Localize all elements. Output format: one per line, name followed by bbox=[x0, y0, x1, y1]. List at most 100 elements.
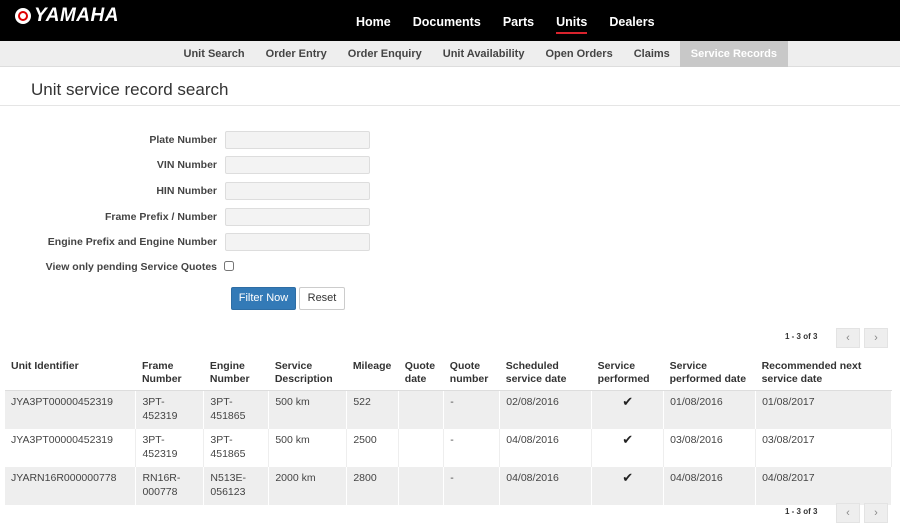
engine-prefix-row: Engine Prefix and Engine Number bbox=[0, 233, 380, 253]
cell-unit-identifier: JYARN16R000000778 bbox=[5, 467, 137, 505]
cell-quote-date bbox=[398, 467, 445, 505]
col-service-performed-date[interactable]: Service performed date bbox=[663, 355, 756, 391]
service-records-table: Unit Identifier Frame Number Engine Numb… bbox=[5, 355, 892, 505]
nav-parts[interactable]: Parts bbox=[492, 0, 545, 41]
pending-quotes-label: View only pending Service Quotes bbox=[45, 261, 217, 273]
yamaha-logo[interactable]: YAMAHA bbox=[15, 5, 119, 27]
filter-now-button[interactable]: Filter Now bbox=[231, 287, 296, 310]
subnav-unit-availability[interactable]: Unit Availability bbox=[432, 41, 535, 67]
pagination-summary: 1 - 3 of 3 bbox=[785, 507, 818, 516]
cell-service-description: 500 km bbox=[268, 390, 348, 429]
pagination-summary: 1 - 3 of 3 bbox=[785, 332, 818, 341]
sub-nav: Unit Search Order Entry Order Enquiry Un… bbox=[0, 41, 900, 67]
engine-prefix-input[interactable] bbox=[225, 233, 370, 251]
col-frame-number[interactable]: Frame Number bbox=[135, 355, 204, 391]
reset-button[interactable]: Reset bbox=[299, 287, 345, 310]
cell-frame-number: RN16R-000778 bbox=[135, 467, 205, 505]
col-quote-date[interactable]: Quote date bbox=[398, 355, 444, 391]
col-engine-number[interactable]: Engine Number bbox=[203, 355, 269, 391]
subnav-claims[interactable]: Claims bbox=[623, 41, 680, 67]
cell-service-performed: ✔ bbox=[591, 390, 665, 429]
cell-unit-identifier: JYA3PT00000452319 bbox=[5, 390, 137, 429]
table-row[interactable]: JYA3PT00000452319 3PT-452319 3PT-451865 … bbox=[5, 429, 892, 467]
cell-quote-date bbox=[398, 429, 445, 467]
nav-dealers[interactable]: Dealers bbox=[598, 0, 665, 41]
cell-service-performed: ✔ bbox=[591, 429, 665, 467]
chevron-left-icon[interactable]: ‹ bbox=[836, 328, 860, 348]
chevron-right-icon[interactable]: › bbox=[864, 503, 888, 523]
col-unit-identifier[interactable]: Unit Identifier bbox=[5, 355, 136, 391]
tuning-fork-logo-icon bbox=[15, 8, 31, 24]
nav-units[interactable]: Units bbox=[545, 0, 598, 41]
col-recommended-next-service-date[interactable]: Recommended next service date bbox=[755, 355, 892, 391]
cell-service-performed-date: 03/08/2016 bbox=[663, 429, 757, 467]
subnav-open-orders[interactable]: Open Orders bbox=[535, 41, 623, 67]
cell-mileage: 2500 bbox=[346, 429, 400, 467]
plate-number-input[interactable] bbox=[225, 131, 370, 149]
frame-prefix-input[interactable] bbox=[225, 208, 370, 226]
nav-documents[interactable]: Documents bbox=[402, 0, 492, 41]
hin-number-row: HIN Number bbox=[0, 182, 380, 202]
subnav-order-enquiry[interactable]: Order Enquiry bbox=[337, 41, 432, 67]
cell-mileage: 2800 bbox=[346, 467, 400, 505]
brand-name: YAMAHA bbox=[34, 5, 119, 26]
table-row[interactable]: JYA3PT00000452319 3PT-452319 3PT-451865 … bbox=[5, 390, 892, 429]
cell-quote-date bbox=[398, 390, 445, 429]
plate-number-label: Plate Number bbox=[149, 134, 217, 146]
cell-frame-number: 3PT-452319 bbox=[135, 429, 205, 467]
subnav-service-records[interactable]: Service Records bbox=[680, 41, 788, 67]
cell-service-description: 2000 km bbox=[268, 467, 348, 505]
cell-recommended-next-service-date: 03/08/2017 bbox=[755, 429, 892, 467]
top-navbar: YAMAHA Home Documents Parts Units Dealer… bbox=[0, 0, 900, 41]
cell-recommended-next-service-date: 04/08/2017 bbox=[755, 467, 892, 505]
cell-quote-number: - bbox=[443, 429, 501, 467]
cell-frame-number: 3PT-452319 bbox=[135, 390, 205, 429]
cell-engine-number: N513E-056123 bbox=[203, 467, 270, 505]
cell-mileage: 522 bbox=[346, 390, 400, 429]
page-title: Unit service record search bbox=[31, 80, 229, 99]
vin-number-input[interactable] bbox=[225, 156, 370, 174]
main-nav: Home Documents Parts Units Dealers bbox=[345, 0, 666, 41]
cell-scheduled-service-date: 02/08/2016 bbox=[499, 390, 593, 429]
col-service-performed[interactable]: Service performed bbox=[591, 355, 664, 391]
nav-home[interactable]: Home bbox=[345, 0, 402, 41]
subnav-unit-search[interactable]: Unit Search bbox=[173, 41, 255, 67]
col-service-description[interactable]: Service Description bbox=[268, 355, 347, 391]
vin-number-label: VIN Number bbox=[156, 159, 217, 171]
cell-service-description: 500 km bbox=[268, 429, 348, 467]
cell-service-performed-date: 01/08/2016 bbox=[663, 390, 757, 429]
cell-service-performed: ✔ bbox=[591, 467, 665, 505]
table-header-row: Unit Identifier Frame Number Engine Numb… bbox=[5, 355, 892, 391]
cell-scheduled-service-date: 04/08/2016 bbox=[499, 429, 593, 467]
col-quote-number[interactable]: Quote number bbox=[443, 355, 500, 391]
pagination-bottom: 1 - 3 of 3 ‹ › bbox=[785, 503, 893, 523]
chevron-right-icon[interactable]: › bbox=[864, 328, 888, 348]
checkmark-icon: ✔ bbox=[622, 470, 634, 485]
cell-service-performed-date: 04/08/2016 bbox=[663, 467, 757, 505]
checkmark-icon: ✔ bbox=[622, 394, 634, 409]
col-mileage[interactable]: Mileage bbox=[346, 355, 399, 391]
frame-prefix-label: Frame Prefix / Number bbox=[104, 211, 217, 223]
cell-scheduled-service-date: 04/08/2016 bbox=[499, 467, 593, 505]
subnav-order-entry[interactable]: Order Entry bbox=[255, 41, 337, 67]
checkmark-icon: ✔ bbox=[622, 432, 634, 447]
hin-number-label: HIN Number bbox=[156, 185, 217, 197]
table-row[interactable]: JYARN16R000000778 RN16R-000778 N513E-056… bbox=[5, 467, 892, 505]
plate-number-row: Plate Number bbox=[0, 131, 380, 151]
cell-recommended-next-service-date: 01/08/2017 bbox=[755, 390, 892, 429]
divider bbox=[0, 105, 900, 106]
pending-quotes-checkbox[interactable] bbox=[224, 261, 234, 271]
chevron-left-icon[interactable]: ‹ bbox=[836, 503, 860, 523]
cell-quote-number: - bbox=[443, 390, 501, 429]
cell-quote-number: - bbox=[443, 467, 501, 505]
vin-number-row: VIN Number bbox=[0, 156, 380, 176]
cell-unit-identifier: JYA3PT00000452319 bbox=[5, 429, 137, 467]
cell-engine-number: 3PT-451865 bbox=[203, 429, 270, 467]
frame-prefix-row: Frame Prefix / Number bbox=[0, 208, 380, 228]
pagination-top: 1 - 3 of 3 ‹ › bbox=[785, 328, 893, 348]
cell-engine-number: 3PT-451865 bbox=[203, 390, 270, 429]
engine-prefix-label: Engine Prefix and Engine Number bbox=[47, 236, 217, 248]
hin-number-input[interactable] bbox=[225, 182, 370, 200]
pending-quotes-row: View only pending Service Quotes bbox=[0, 258, 380, 278]
col-scheduled-service-date[interactable]: Scheduled service date bbox=[499, 355, 592, 391]
